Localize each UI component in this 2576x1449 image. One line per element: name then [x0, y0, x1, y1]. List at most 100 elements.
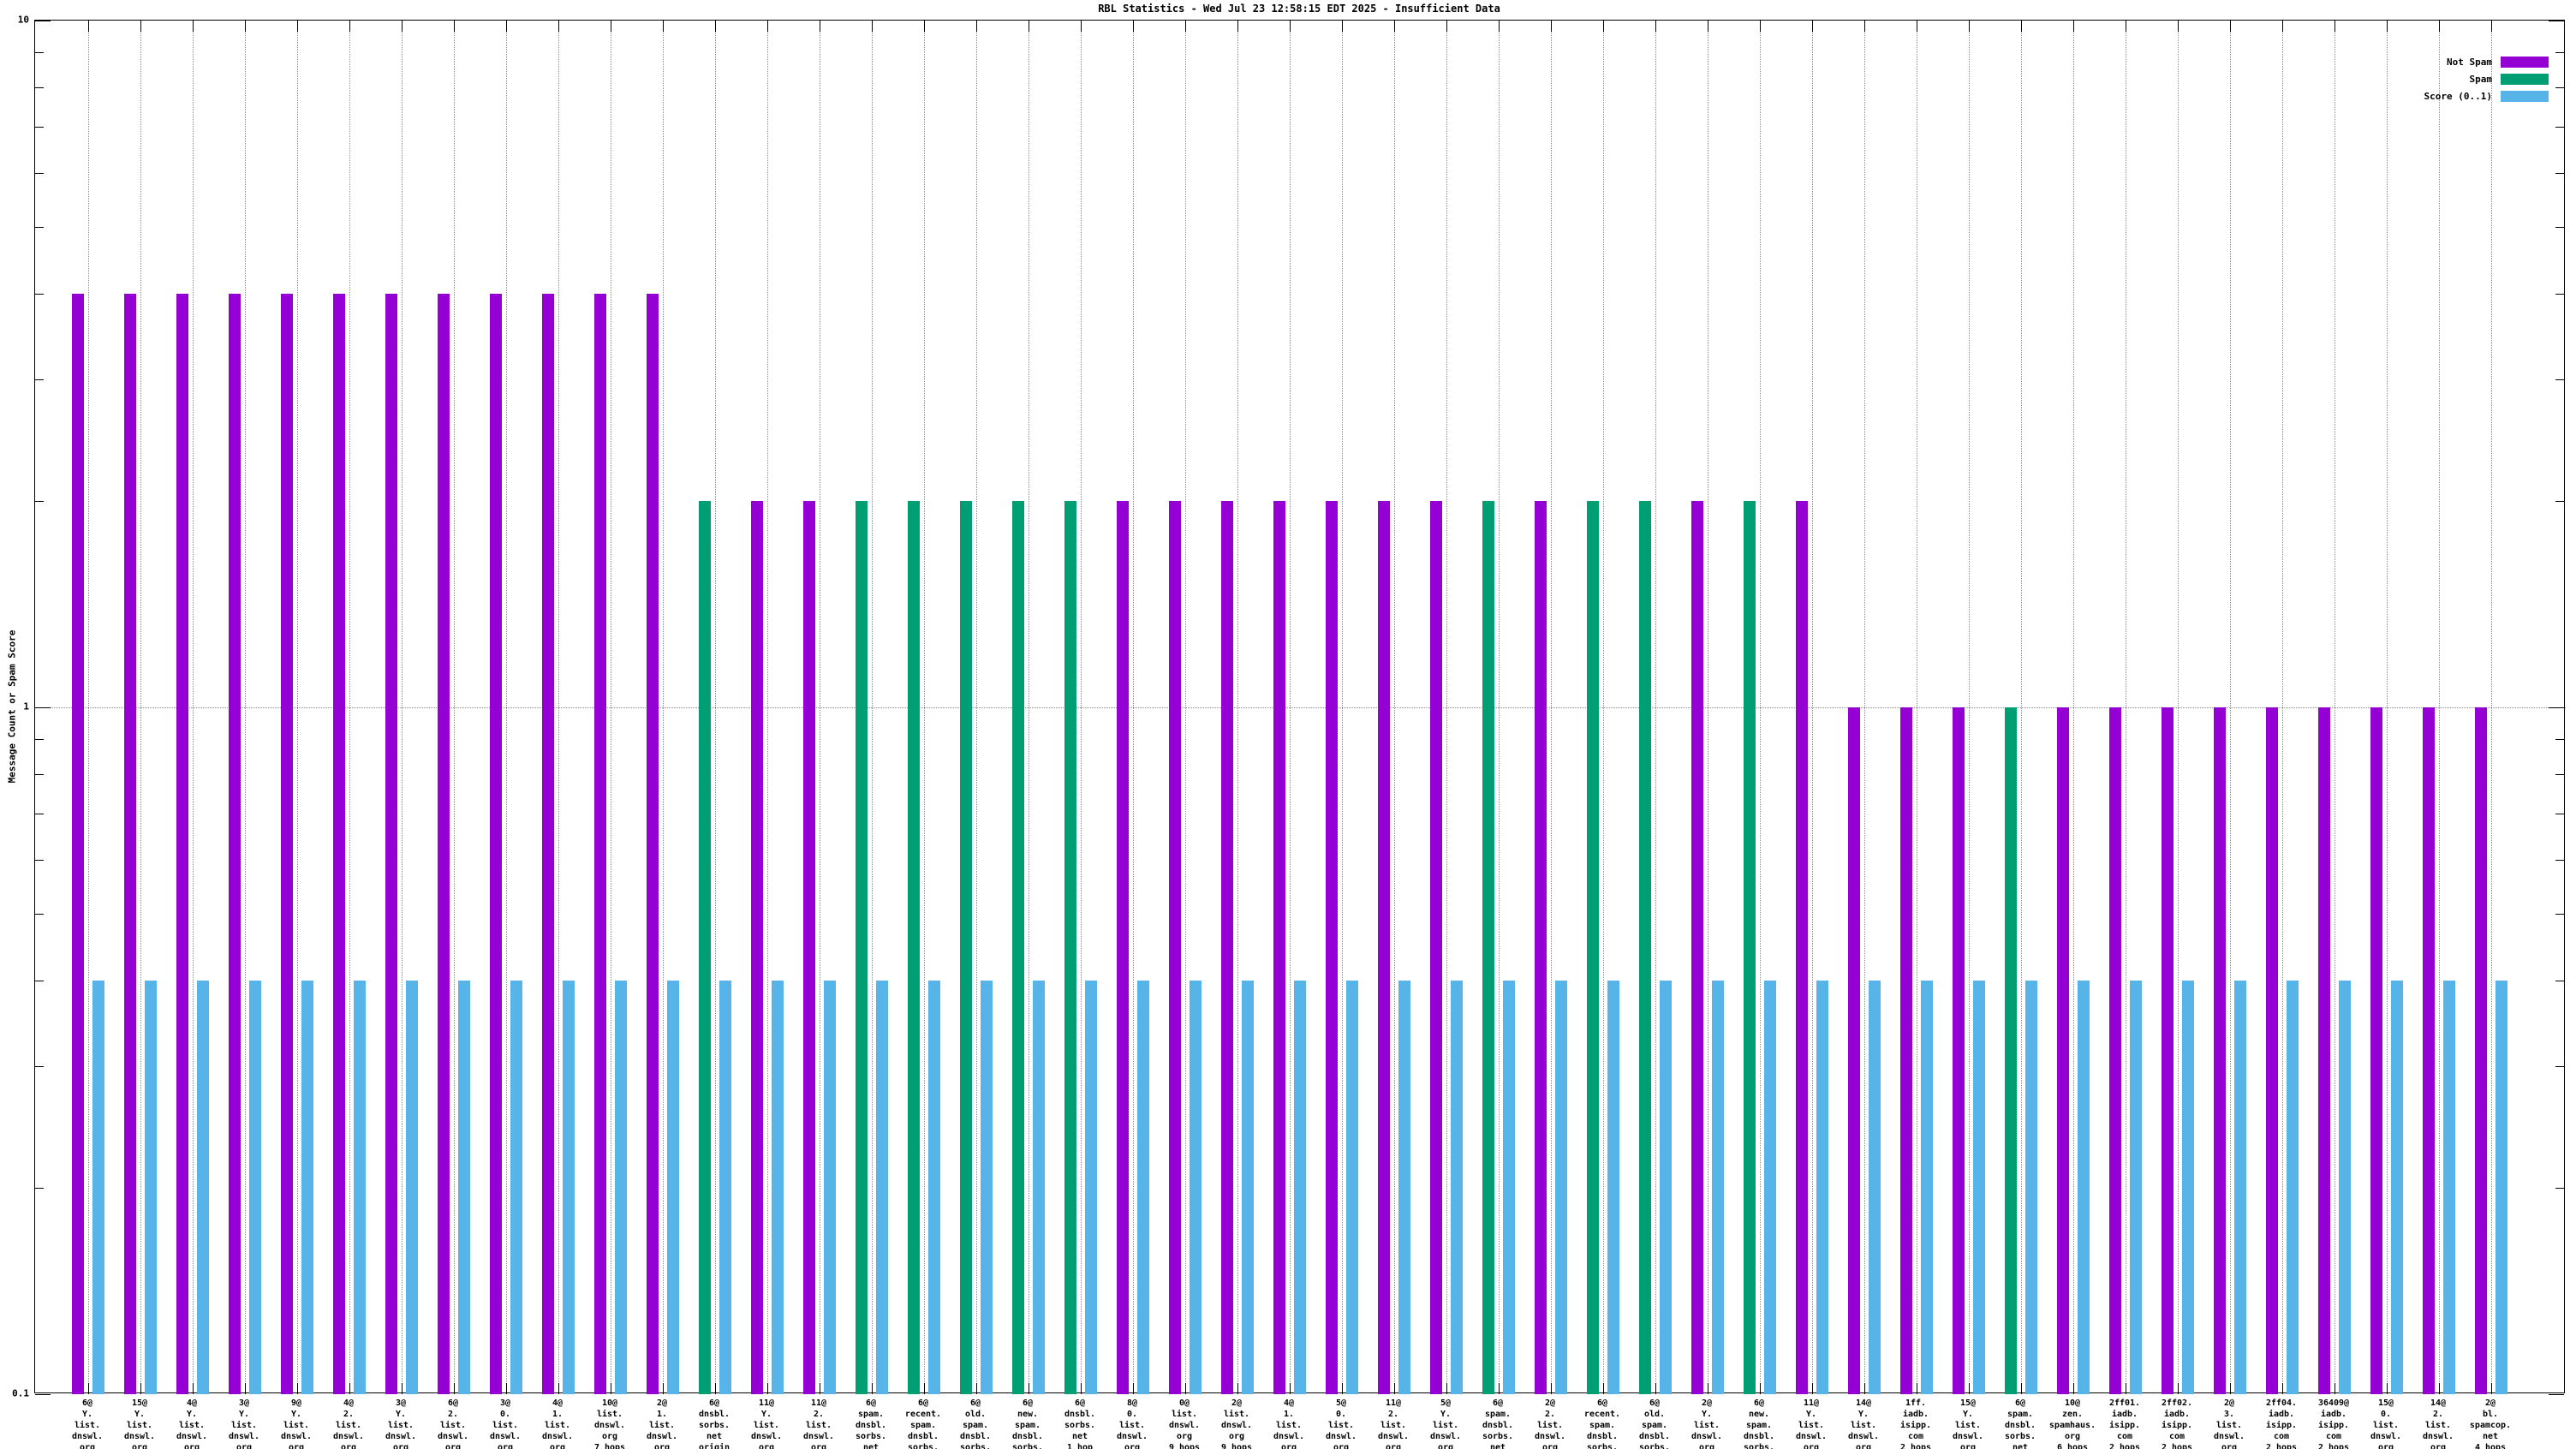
x-tick-label-line: dnsbl. [698, 1410, 730, 1419]
bar-not-spam-count [1848, 707, 1860, 1394]
legend-swatch-score [2501, 90, 2549, 102]
x-tick-label-line: list. [1223, 1410, 1250, 1419]
x-tick-top [349, 21, 350, 32]
bar-not-spam-count [490, 294, 502, 1394]
x-tick-bottom [767, 1383, 768, 1394]
category-gridline [1603, 21, 1604, 1394]
x-tick-bottom [2073, 1383, 2074, 1394]
x-tick-label-line: sorbs. [959, 1443, 992, 1449]
x-tick-label-line: spam. [962, 1421, 989, 1430]
category-gridline [1185, 21, 1186, 1394]
x-tick-bottom [976, 1383, 977, 1394]
y-minor-tick-left [35, 294, 44, 295]
bar-not-spam-count [281, 294, 293, 1394]
bar-not-spam-count [1169, 500, 1181, 1394]
x-tick-top [976, 21, 977, 32]
x-tick-top [872, 21, 873, 32]
x-tick-label-line: new. [1748, 1410, 1770, 1419]
x-tick-top [1185, 21, 1186, 32]
x-tick-label-line: 6@ [1596, 1398, 1608, 1408]
x-tick-label-line: list. [178, 1421, 206, 1430]
x-tick-label-line: net [1489, 1443, 1506, 1449]
x-tick-label: 6@spam.dnsbl.sorbs.net1 hop [845, 1398, 897, 1449]
x-tick-label-line: org [2430, 1443, 2447, 1449]
x-tick-top [1394, 21, 1395, 32]
x-tick-label-line: list. [544, 1421, 571, 1430]
bar-not-spam-count [1273, 500, 1285, 1394]
x-tick-label-line: 6@ [1649, 1398, 1661, 1408]
category-gridline [2334, 21, 2335, 1394]
category-gridline [1499, 21, 1500, 1394]
x-tick-label-line: dnsbl. [959, 1432, 992, 1441]
x-tick-label: 2@ bl. spamcop. net 4 hops [2465, 1398, 2517, 1449]
x-tick-label-line: spam. [1745, 1421, 1773, 1430]
y-minor-tick-left [35, 1066, 44, 1068]
x-tick-label: 6@new.spam.dnsbl.sorbs.netorigin [1733, 1398, 1786, 1449]
x-tick-bottom [1499, 1383, 1500, 1394]
x-tick-label-line: 2 hops [2108, 1443, 2141, 1449]
x-tick-label-line: 6@ [81, 1398, 93, 1408]
y-tick-label-1: 1 [23, 701, 29, 713]
y-minor-tick-right [2555, 379, 2564, 381]
x-tick-label-line: com [2116, 1432, 2133, 1441]
legend-item-spam: Spam [2424, 70, 2549, 87]
y-major-tick-left [35, 1394, 51, 1395]
bar-score [1294, 981, 1306, 1394]
category-gridline [88, 21, 89, 1394]
x-tick-label-line: 2 hops [2265, 1443, 2298, 1449]
x-tick-label: 6@old.spam.dnsbl.sorbs.net1 hop [950, 1398, 1002, 1449]
x-tick-label-line: list. [648, 1421, 676, 1430]
category-gridline [1812, 21, 1813, 1394]
bar-spam-count [1012, 500, 1024, 1394]
x-tick-label-line: 6@ [2014, 1398, 2026, 1408]
bar-not-spam-count [2109, 707, 2121, 1394]
x-tick-label: 5@Y.list.dnswl.org9 hops [1420, 1398, 1472, 1449]
x-tick-label: 3@Y.list.dnswl.org7 hops [218, 1398, 271, 1449]
x-tick-label-line: list. [753, 1421, 780, 1430]
x-tick-label-line: Y. [395, 1410, 407, 1419]
plot-area: Not Spam Spam Score (0..1) [34, 20, 2566, 1395]
x-tick-label-line: org [2064, 1432, 2081, 1441]
y-minor-tick-left [35, 227, 44, 229]
x-tick-label-line: org [1280, 1443, 1297, 1449]
x-tick-top [1133, 21, 1134, 32]
y-minor-tick-left [35, 172, 44, 174]
x-tick-bottom [1864, 1383, 1865, 1394]
category-gridline [1394, 21, 1395, 1394]
x-tick-label-line: com [2168, 1432, 2185, 1441]
x-tick-label-line: dnswl. [1795, 1432, 1828, 1441]
x-tick-label-line: sorbs. [1586, 1443, 1619, 1449]
x-tick-label-line: dnswl. [332, 1432, 365, 1441]
h-gridline-1 [35, 707, 2566, 708]
x-tick-label-line: 6@ [917, 1398, 929, 1408]
x-tick-top [88, 21, 89, 32]
bar-not-spam-count [2318, 707, 2330, 1394]
x-tick-top [2021, 21, 2022, 32]
x-tick-top [2334, 21, 2335, 32]
x-tick-bottom [1290, 1383, 1291, 1394]
x-tick-label-line: com [1907, 1432, 1924, 1441]
x-tick-label-line: list. [1171, 1410, 1198, 1419]
x-tick-label-line: iadb. [2320, 1410, 2347, 1419]
x-tick-bottom [1812, 1383, 1813, 1394]
x-tick-label-line: org [1959, 1443, 1977, 1449]
category-gridline [924, 21, 925, 1394]
x-tick-label-line: 0. [2380, 1410, 2392, 1419]
x-tick-label-line: sorbs. [1482, 1432, 1514, 1441]
bar-not-spam-count [647, 294, 659, 1394]
bar-score [1346, 981, 1358, 1394]
x-tick-bottom [1133, 1383, 1134, 1394]
y-minor-tick-left [35, 738, 44, 740]
bar-spam-count [1639, 500, 1651, 1394]
bar-score [510, 981, 522, 1394]
x-tick-label-line: 11@ [1803, 1398, 1820, 1408]
category-gridline [1655, 21, 1656, 1394]
x-tick-label-line: dnswl. [541, 1432, 574, 1441]
x-tick-label-line: 6@ [1753, 1398, 1765, 1408]
x-tick-top [1760, 21, 1761, 32]
x-tick-label-line: org [1855, 1443, 1872, 1449]
bar-not-spam-count [176, 294, 188, 1394]
x-tick-label-line: dnswl. [1534, 1432, 1566, 1441]
x-tick-label-line: org [340, 1443, 357, 1449]
x-tick-label: 3@0.list.dnswl.org8 hops [480, 1398, 532, 1449]
